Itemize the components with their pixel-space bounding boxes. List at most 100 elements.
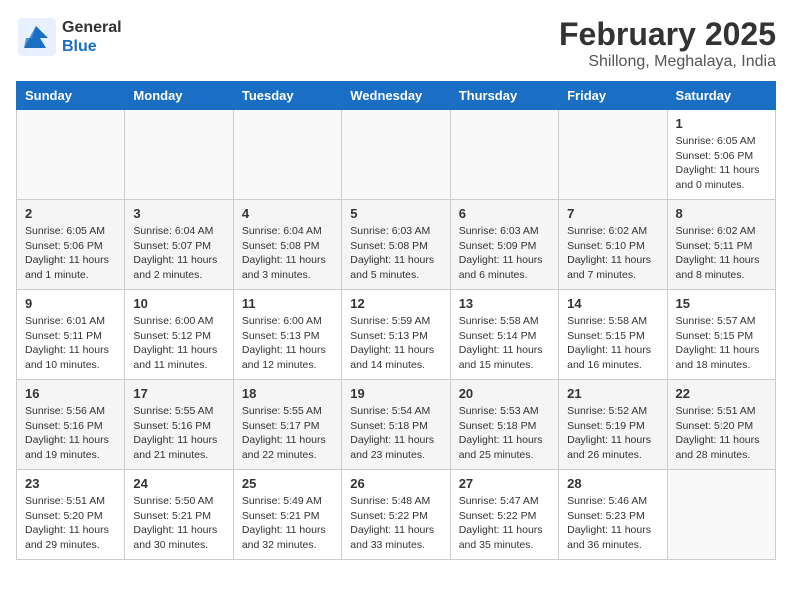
- logo-line1: General: [62, 18, 122, 37]
- day-number: 4: [242, 206, 333, 221]
- calendar-week-1: 1 Sunrise: 6:05 AMSunset: 5:06 PMDaylight…: [17, 110, 776, 200]
- day-info: Sunrise: 5:58 AMSunset: 5:14 PMDaylight:…: [459, 314, 550, 373]
- calendar-cell: 11 Sunrise: 6:00 AMSunset: 5:13 PMDayligh…: [233, 290, 341, 380]
- day-number: 14: [567, 296, 658, 311]
- day-number: 26: [350, 476, 441, 491]
- calendar-cell: [450, 110, 558, 200]
- day-number: 9: [25, 296, 116, 311]
- day-number: 10: [133, 296, 224, 311]
- day-info: Sunrise: 6:02 AMSunset: 5:11 PMDaylight:…: [676, 224, 767, 283]
- weekday-header-wednesday: Wednesday: [342, 82, 450, 110]
- day-info: Sunrise: 5:47 AMSunset: 5:22 PMDaylight:…: [459, 494, 550, 553]
- day-number: 8: [676, 206, 767, 221]
- day-number: 25: [242, 476, 333, 491]
- calendar-cell: 2 Sunrise: 6:05 AMSunset: 5:06 PMDaylight…: [17, 200, 125, 290]
- day-info: Sunrise: 5:46 AMSunset: 5:23 PMDaylight:…: [567, 494, 658, 553]
- day-number: 6: [459, 206, 550, 221]
- weekday-header-saturday: Saturday: [667, 82, 775, 110]
- page-title: February 2025: [559, 16, 776, 53]
- calendar-cell: 7 Sunrise: 6:02 AMSunset: 5:10 PMDaylight…: [559, 200, 667, 290]
- day-info: Sunrise: 6:05 AMSunset: 5:06 PMDaylight:…: [25, 224, 116, 283]
- day-number: 21: [567, 386, 658, 401]
- day-number: 15: [676, 296, 767, 311]
- calendar-week-4: 16 Sunrise: 5:56 AMSunset: 5:16 PMDayligh…: [17, 380, 776, 470]
- logo-line2: Blue: [62, 37, 122, 56]
- day-number: 28: [567, 476, 658, 491]
- calendar-cell: 15 Sunrise: 5:57 AMSunset: 5:15 PMDayligh…: [667, 290, 775, 380]
- day-info: Sunrise: 6:00 AMSunset: 5:12 PMDaylight:…: [133, 314, 224, 373]
- calendar-week-5: 23 Sunrise: 5:51 AMSunset: 5:20 PMDayligh…: [17, 470, 776, 560]
- day-info: Sunrise: 6:05 AMSunset: 5:06 PMDaylight:…: [676, 134, 767, 193]
- day-info: Sunrise: 6:02 AMSunset: 5:10 PMDaylight:…: [567, 224, 658, 283]
- day-info: Sunrise: 6:04 AMSunset: 5:08 PMDaylight:…: [242, 224, 333, 283]
- day-number: 7: [567, 206, 658, 221]
- day-info: Sunrise: 5:49 AMSunset: 5:21 PMDaylight:…: [242, 494, 333, 553]
- day-number: 17: [133, 386, 224, 401]
- calendar-cell: [17, 110, 125, 200]
- day-number: 2: [25, 206, 116, 221]
- day-number: 1: [676, 116, 767, 131]
- calendar-cell: [667, 470, 775, 560]
- day-info: Sunrise: 5:53 AMSunset: 5:18 PMDaylight:…: [459, 404, 550, 463]
- day-info: Sunrise: 5:51 AMSunset: 5:20 PMDaylight:…: [676, 404, 767, 463]
- calendar-cell: 27Sunrise: 5:47 AMSunset: 5:22 PMDayligh…: [450, 470, 558, 560]
- calendar-cell: 12 Sunrise: 5:59 AMSunset: 5:13 PMDayligh…: [342, 290, 450, 380]
- day-info: Sunrise: 6:03 AMSunset: 5:08 PMDaylight:…: [350, 224, 441, 283]
- calendar-cell: 25 Sunrise: 5:49 AMSunset: 5:21 PMDayligh…: [233, 470, 341, 560]
- day-info: Sunrise: 5:50 AMSunset: 5:21 PMDaylight:…: [133, 494, 224, 553]
- day-number: 13: [459, 296, 550, 311]
- day-info: Sunrise: 5:57 AMSunset: 5:15 PMDaylight:…: [676, 314, 767, 373]
- calendar-cell: 28 Sunrise: 5:46 AMSunset: 5:23 PMDayligh…: [559, 470, 667, 560]
- weekday-header-tuesday: Tuesday: [233, 82, 341, 110]
- day-info: Sunrise: 6:00 AMSunset: 5:13 PMDaylight:…: [242, 314, 333, 373]
- calendar-week-3: 9 Sunrise: 6:01 AMSunset: 5:11 PMDaylight…: [17, 290, 776, 380]
- calendar-cell: 3 Sunrise: 6:04 AMSunset: 5:07 PMDaylight…: [125, 200, 233, 290]
- calendar-cell: 5Sunrise: 6:03 AMSunset: 5:08 PMDaylight…: [342, 200, 450, 290]
- day-number: 12: [350, 296, 441, 311]
- day-number: 22: [676, 386, 767, 401]
- day-info: Sunrise: 5:52 AMSunset: 5:19 PMDaylight:…: [567, 404, 658, 463]
- day-number: 18: [242, 386, 333, 401]
- calendar-cell: [559, 110, 667, 200]
- calendar-cell: 9 Sunrise: 6:01 AMSunset: 5:11 PMDaylight…: [17, 290, 125, 380]
- calendar-header-row: SundayMondayTuesdayWednesdayThursdayFrid…: [17, 82, 776, 110]
- calendar-cell: 19 Sunrise: 5:54 AMSunset: 5:18 PMDayligh…: [342, 380, 450, 470]
- title-block: February 2025 Shillong, Meghalaya, India: [559, 16, 776, 71]
- day-number: 24: [133, 476, 224, 491]
- day-number: 16: [25, 386, 116, 401]
- calendar-table: SundayMondayTuesdayWednesdayThursdayFrid…: [16, 81, 776, 560]
- day-number: 11: [242, 296, 333, 311]
- day-info: Sunrise: 5:58 AMSunset: 5:15 PMDaylight:…: [567, 314, 658, 373]
- calendar-week-2: 2 Sunrise: 6:05 AMSunset: 5:06 PMDaylight…: [17, 200, 776, 290]
- weekday-header-friday: Friday: [559, 82, 667, 110]
- day-info: Sunrise: 5:56 AMSunset: 5:16 PMDaylight:…: [25, 404, 116, 463]
- day-info: Sunrise: 5:55 AMSunset: 5:17 PMDaylight:…: [242, 404, 333, 463]
- calendar-cell: 16 Sunrise: 5:56 AMSunset: 5:16 PMDayligh…: [17, 380, 125, 470]
- page-header: General Blue February 2025 Shillong, Meg…: [16, 16, 776, 71]
- calendar-cell: 6 Sunrise: 6:03 AMSunset: 5:09 PMDaylight…: [450, 200, 558, 290]
- calendar-cell: 24 Sunrise: 5:50 AMSunset: 5:21 PMDayligh…: [125, 470, 233, 560]
- day-info: Sunrise: 6:04 AMSunset: 5:07 PMDaylight:…: [133, 224, 224, 283]
- day-number: 3: [133, 206, 224, 221]
- calendar-cell: [233, 110, 341, 200]
- calendar-cell: [125, 110, 233, 200]
- calendar-cell: 18 Sunrise: 5:55 AMSunset: 5:17 PMDayligh…: [233, 380, 341, 470]
- day-info: Sunrise: 5:51 AMSunset: 5:20 PMDaylight:…: [25, 494, 116, 553]
- calendar-cell: 22 Sunrise: 5:51 AMSunset: 5:20 PMDayligh…: [667, 380, 775, 470]
- day-number: 20: [459, 386, 550, 401]
- day-info: Sunrise: 5:59 AMSunset: 5:13 PMDaylight:…: [350, 314, 441, 373]
- calendar-cell: 13 Sunrise: 5:58 AMSunset: 5:14 PMDayligh…: [450, 290, 558, 380]
- day-number: 19: [350, 386, 441, 401]
- calendar-cell: 23 Sunrise: 5:51 AMSunset: 5:20 PMDayligh…: [17, 470, 125, 560]
- calendar-cell: 17Sunrise: 5:55 AMSunset: 5:16 PMDayligh…: [125, 380, 233, 470]
- calendar-cell: 10 Sunrise: 6:00 AMSunset: 5:12 PMDayligh…: [125, 290, 233, 380]
- calendar-cell: 20 Sunrise: 5:53 AMSunset: 5:18 PMDayligh…: [450, 380, 558, 470]
- day-info: Sunrise: 6:01 AMSunset: 5:11 PMDaylight:…: [25, 314, 116, 373]
- day-number: 23: [25, 476, 116, 491]
- day-info: Sunrise: 6:03 AMSunset: 5:09 PMDaylight:…: [459, 224, 550, 283]
- day-info: Sunrise: 5:54 AMSunset: 5:18 PMDaylight:…: [350, 404, 441, 463]
- calendar-cell: 8 Sunrise: 6:02 AMSunset: 5:11 PMDaylight…: [667, 200, 775, 290]
- logo: General Blue: [16, 16, 122, 58]
- calendar-cell: 21 Sunrise: 5:52 AMSunset: 5:19 PMDayligh…: [559, 380, 667, 470]
- calendar-cell: 26Sunrise: 5:48 AMSunset: 5:22 PMDayligh…: [342, 470, 450, 560]
